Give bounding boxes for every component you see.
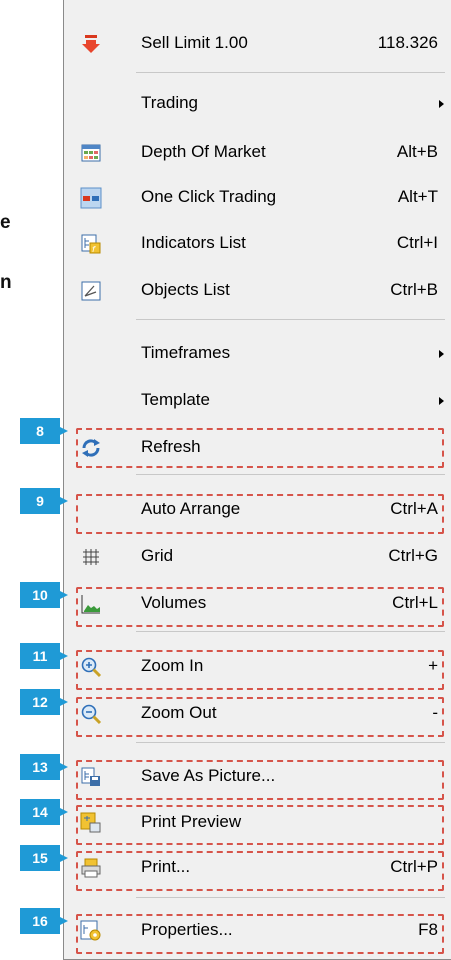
callout-volumes — [76, 587, 444, 627]
grid-icon — [83, 549, 99, 565]
menu-separator — [136, 631, 445, 632]
menu-item-shortcut: Ctrl+I — [396, 233, 438, 252]
menu-item-objects-list[interactable]: Objects List Ctrl+B — [64, 274, 451, 308]
menu-item-shortcut: Ctrl+G — [388, 546, 438, 565]
step-badge-9: 9 — [20, 488, 68, 514]
background-text-fragment: e — [0, 212, 11, 233]
objects-list-icon — [81, 281, 101, 301]
menu-separator — [136, 897, 445, 898]
indicators-list-icon: f — [81, 234, 101, 254]
callout-zoom-out — [76, 697, 444, 737]
sell-down-arrow-icon — [82, 35, 100, 53]
callout-auto-arrange — [76, 494, 444, 534]
menu-item-shortcut: Alt+B — [396, 142, 438, 161]
step-badge-11: 11 — [20, 643, 68, 669]
callout-print-preview — [76, 805, 444, 845]
menu-item-timeframes[interactable]: Timeframes — [64, 337, 451, 371]
callout-print — [76, 851, 444, 891]
callout-properties — [76, 914, 444, 954]
step-badge-15: 15 — [20, 845, 68, 871]
menu-separator — [136, 319, 445, 320]
callout-save-as-picture — [76, 760, 444, 800]
menu-item-indicators-list[interactable]: f Indicators List Ctrl+I — [64, 227, 451, 261]
menu-item-label: Depth Of Market — [141, 142, 266, 161]
step-badge-10: 10 — [20, 582, 68, 608]
menu-separator — [136, 742, 445, 743]
menu-item-template[interactable]: Template — [64, 384, 451, 418]
menu-item-shortcut: Ctrl+B — [390, 280, 438, 299]
step-badge-13: 13 — [20, 754, 68, 780]
background-text-fragment: n — [0, 272, 12, 293]
step-badge-8: 8 — [20, 418, 68, 444]
step-badge-16: 16 — [20, 908, 68, 934]
menu-item-label: Indicators List — [141, 233, 246, 252]
menu-item-price: 118.326 — [377, 33, 438, 52]
one-click-trading-icon — [80, 187, 102, 209]
menu-item-label: Sell Limit 1.00 — [141, 33, 248, 52]
depth-of-market-icon — [81, 144, 101, 162]
menu-item-trading[interactable]: Trading — [64, 87, 451, 121]
step-badge-14: 14 — [20, 799, 68, 825]
menu-item-shortcut: Alt+T — [397, 187, 438, 206]
submenu-arrow-icon — [439, 350, 444, 358]
menu-item-label: One Click Trading — [141, 187, 277, 206]
menu-item-grid[interactable]: Grid Ctrl+G — [64, 540, 451, 574]
submenu-arrow-icon — [439, 100, 444, 108]
callout-refresh — [76, 428, 444, 468]
menu-item-depth-of-market[interactable]: Depth Of Market Alt+B — [64, 136, 451, 170]
menu-separator — [136, 72, 445, 73]
menu-item-label: Template — [141, 390, 210, 409]
step-badge-12: 12 — [20, 689, 68, 715]
menu-item-label: Objects List — [141, 280, 230, 299]
menu-item-one-click-trading[interactable]: One Click Trading Alt+T — [64, 181, 451, 215]
callout-zoom-in — [76, 650, 444, 690]
menu-item-label: Trading — [141, 93, 199, 112]
menu-item-sell-limit[interactable]: Sell Limit 1.00 118.326 — [64, 27, 451, 61]
submenu-arrow-icon — [439, 397, 444, 405]
menu-item-label: Grid — [141, 546, 174, 565]
menu-separator — [136, 474, 445, 475]
menu-item-label: Timeframes — [141, 343, 231, 362]
